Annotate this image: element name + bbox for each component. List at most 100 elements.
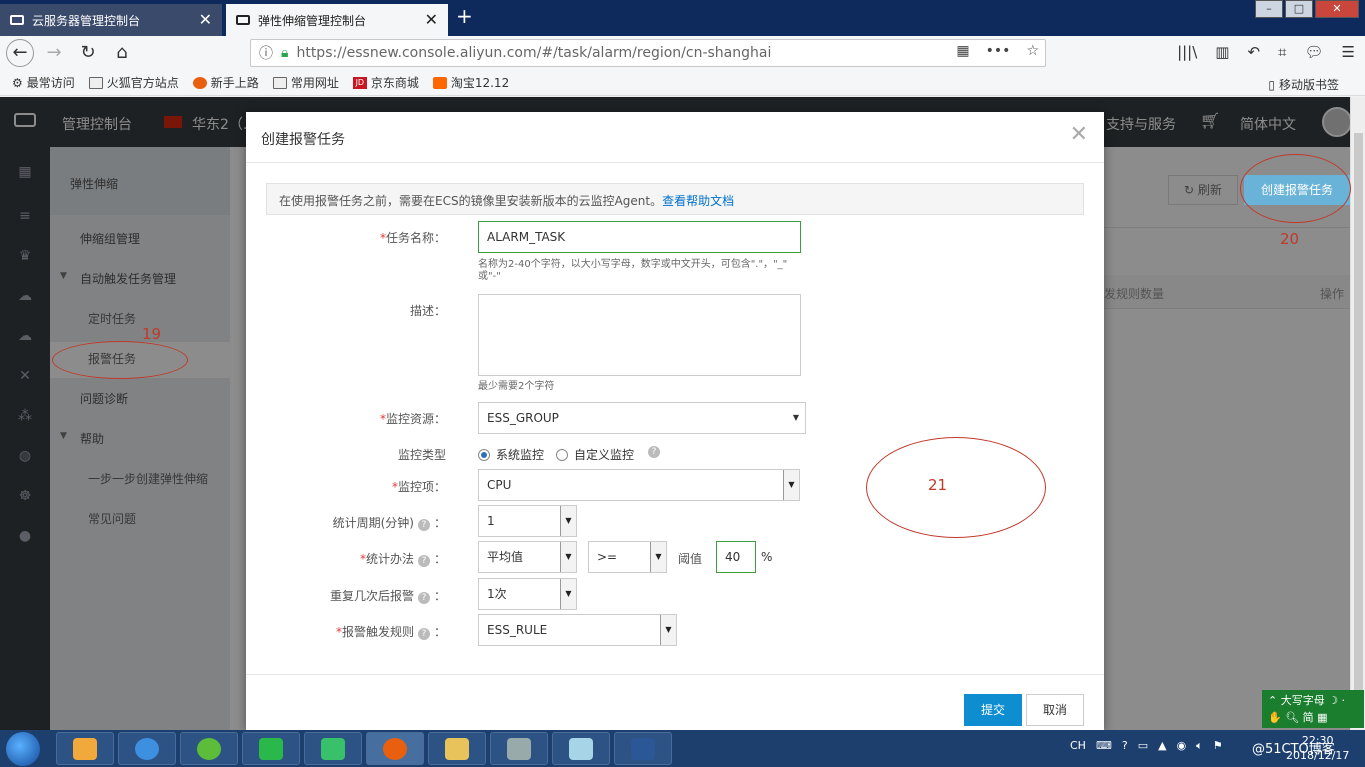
maximize-icon[interactable]: □ [1285,0,1313,18]
help-icon[interactable]: ? [417,555,430,567]
browser-tab-bar: 云服务器管理控制台 ✕ 弹性伸缩管理控制台 ✕ + – □ ✕ [0,0,1365,36]
help-icon[interactable]: ? [417,519,430,531]
cancel-button[interactable]: 取消 [1026,694,1084,726]
repeat-select[interactable]: 1次 ▼ [478,578,577,610]
taskbar-app-360[interactable] [180,732,238,765]
submit-button[interactable]: 提交 [964,694,1022,726]
taskbar-app-iqiyi[interactable] [242,732,300,765]
annotation-number-20: 20 [1280,230,1300,248]
threshold-input[interactable]: 40 [716,541,756,573]
help-icon[interactable]: ? [417,592,430,604]
tab-label: 弹性伸缩管理控制台 [258,13,367,28]
close-icon[interactable]: ✕ [199,10,212,29]
bookmark-common-sites[interactable]: 常用网址 [272,74,339,91]
ie-icon [135,738,159,760]
rule-select[interactable]: ESS_RULE ▼ [478,614,677,646]
operator-select[interactable]: >= ▼ [588,541,667,573]
monitor-icon[interactable]: ▭ [1138,739,1148,753]
scrollbar-thumb[interactable] [1354,133,1363,693]
type-system-radio[interactable]: 系统监控 [478,446,544,463]
sidebar-icon[interactable]: ▥ [1215,43,1229,61]
chat-icon[interactable]: 💬︎ [1305,43,1324,61]
type-custom-radio[interactable]: 自定义监控 [556,446,634,463]
back-icon[interactable]: ← [6,39,34,67]
watermark: @51CTO博客 [1252,742,1335,757]
keyboard-icon[interactable]: ⌨ [1096,739,1112,753]
system-tray: CH ⌨ ? ▭ ▲ ◉ 🔈︎ ⚑ [1070,739,1223,753]
chevron-down-icon: ▼ [792,413,799,422]
threshold-label: 阈值 [678,552,703,566]
grid-icon: ▦ [1313,711,1328,724]
help-icon[interactable]: ? [648,446,660,458]
info-icon[interactable]: ⓘ [259,43,273,63]
minimize-icon[interactable]: – [1255,0,1283,18]
tab-ess-console[interactable]: 弹性伸缩管理控制台 ✕ [226,4,448,36]
help-icon[interactable]: ? [417,628,430,640]
taskbar-app-media[interactable] [56,732,114,765]
taskbar-app-notes[interactable] [552,732,610,765]
bookmark-firefox-site[interactable]: 火狐官方站点 [88,74,179,91]
bookmark-taobao[interactable]: 淘宝12.12 [432,74,509,91]
windows-start-icon[interactable] [6,732,40,766]
tab-ecs-console[interactable]: 云服务器管理控制台 ✕ [0,4,222,36]
mobile-bookmarks[interactable]: ▯ 移动版书签 [1268,76,1339,93]
browser-nav-bar: ← → ↻ ⌂ ⓘ 🔒︎ https://essnew.console.aliy… [0,36,1365,70]
bookmark-jd[interactable]: JD 京东商城 [352,74,419,91]
window-controls: – □ ✕ [1253,0,1359,18]
flag-icon[interactable]: ⚑ [1213,739,1223,753]
screenshot-icon[interactable]: ⌗ [1278,43,1286,61]
qr-code-icon[interactable]: ▦ [956,43,969,59]
annotation-number-19: 19 [142,325,162,343]
more-icon[interactable]: ••• [986,43,1011,59]
firefox-icon [192,76,207,89]
bookmark-getting-started[interactable]: 新手上路 [192,74,259,91]
url-text: https://essnew.console.aliyun.com/#/task… [296,45,772,61]
new-tab-icon[interactable]: + [456,4,473,28]
method-select[interactable]: 平均值 ▼ [478,541,577,573]
home-icon[interactable]: ⌂ [108,39,136,67]
notes-icon [569,738,593,760]
bookmark-star-icon[interactable]: ☆ [1026,43,1039,59]
period-select[interactable]: 1 ▼ [478,505,577,537]
rule-label: *报警触发规则?： [335,625,446,640]
close-icon[interactable]: ✕ [425,10,438,29]
taskbar-app-word[interactable] [614,732,672,765]
input-language[interactable]: CH [1070,739,1086,753]
gear-icon: ⚙ [12,75,23,90]
menu-icon[interactable]: ☰ [1342,43,1355,61]
close-icon[interactable]: ✕ [1070,122,1088,147]
task-name-hint: 名称为2-40个字符，以大小写字母，数字或中文开头，可包含"."，"_" 或"-" [478,259,788,282]
resource-select[interactable]: ESS_GROUP ▼ [478,402,806,434]
help-icon[interactable]: ? [1122,739,1128,753]
forward-icon[interactable]: → [40,39,68,67]
taskbar-app-player[interactable] [304,732,362,765]
task-name-input[interactable]: ALARM_TASK [478,221,801,253]
taskbar-app-vm[interactable] [490,732,548,765]
tray-expand-icon[interactable]: ▲ [1158,739,1166,753]
ime-toolbar[interactable]: ⌃ 大写字母 ☽ · ✋ 🔍︎ 简 ▦ [1262,690,1364,728]
library-icon[interactable]: |||\ [1177,43,1197,61]
description-hint: 最少需要2个字符 [478,381,555,392]
security-icon[interactable]: ◉ [1177,739,1187,753]
taskbar-app-firefox[interactable] [366,732,424,765]
taobao-icon [432,76,447,89]
help-doc-link[interactable]: 查看帮助文档 [662,194,734,208]
page-scrollbar[interactable] [1350,97,1365,730]
jd-icon: JD [352,76,367,89]
bookmark-most-visited[interactable]: ⚙ 最常访问 [12,74,75,91]
firefox-icon [383,738,407,760]
taskbar-app-ie[interactable] [118,732,176,765]
agent-notice: 在使用报警任务之前，需要在ECS的镜像里安装新版本的云监控Agent。查看帮助文… [266,183,1084,215]
dialog-header-divider [246,162,1104,163]
description-textarea[interactable] [478,294,801,376]
address-bar[interactable]: ⓘ 🔒︎ https://essnew.console.aliyun.com/#… [250,39,1046,67]
chevron-down-icon: ▼ [560,542,576,572]
close-window-icon[interactable]: ✕ [1315,0,1359,18]
metric-select[interactable]: CPU ▼ [478,469,800,501]
undo-icon[interactable]: ↶ [1247,43,1260,61]
reload-icon[interactable]: ↻ [74,39,102,67]
taskbar-app-explorer[interactable] [428,732,486,765]
chevron-up-icon: ⌃ [1268,694,1281,707]
volume-icon[interactable]: 🔈︎ [1196,739,1203,753]
create-alarm-task-dialog: 创建报警任务 ✕ 在使用报警任务之前，需要在ECS的镜像里安装新版本的云监控Ag… [246,112,1104,730]
